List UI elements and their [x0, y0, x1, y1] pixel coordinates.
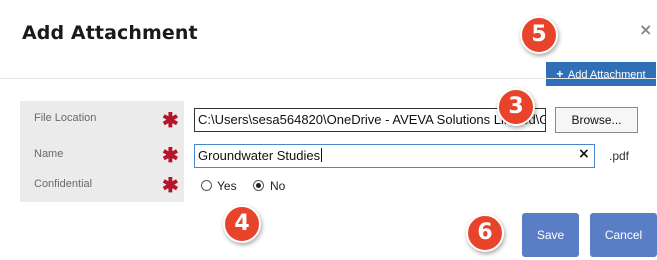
browse-button[interactable]: Browse...	[555, 107, 638, 133]
file-location-label: File Location	[34, 112, 97, 124]
confidential-yes-label[interactable]: Yes	[217, 179, 237, 193]
step-3-callout: 3	[497, 88, 535, 126]
clear-icon[interactable]: ×	[578, 146, 590, 162]
confidential-label: Confidential	[34, 178, 93, 190]
add-attachment-label: Add Attachment	[567, 69, 646, 81]
dialog-title: Add Attachment	[22, 22, 198, 44]
asterisk-icon: ✱	[162, 110, 179, 132]
text-caret	[321, 148, 323, 162]
asterisk-icon: ✱	[162, 175, 179, 197]
name-label: Name	[34, 148, 64, 160]
add-attachment-button[interactable]: + Add Attachment	[546, 62, 656, 86]
file-extension-label: .pdf	[609, 149, 630, 163]
save-button[interactable]: Save	[522, 213, 579, 257]
name-field-value: Groundwater Studies	[198, 148, 321, 163]
header-divider	[0, 78, 657, 79]
asterisk-icon: ✱	[162, 145, 179, 167]
close-icon[interactable]: ×	[639, 20, 652, 39]
step-6-callout: 6	[466, 214, 504, 252]
name-field[interactable]: Groundwater Studies	[194, 144, 595, 168]
form-label-panel: File Location ✱ Name ✱ Confidential ✱	[20, 101, 184, 202]
add-attachment-dialog: Add Attachment × + Add Attachment File L…	[0, 0, 657, 260]
file-location-field[interactable]: C:\Users\sesa564820\OneDrive - AVEVA Sol…	[194, 108, 546, 132]
step-4-callout: 4	[223, 205, 261, 243]
confidential-no-radio[interactable]	[253, 180, 264, 191]
confidential-yes-radio[interactable]	[201, 180, 212, 191]
step-5-callout: 5	[520, 16, 558, 54]
confidential-no-label[interactable]: No	[270, 179, 285, 193]
cancel-button[interactable]: Cancel	[590, 213, 657, 257]
